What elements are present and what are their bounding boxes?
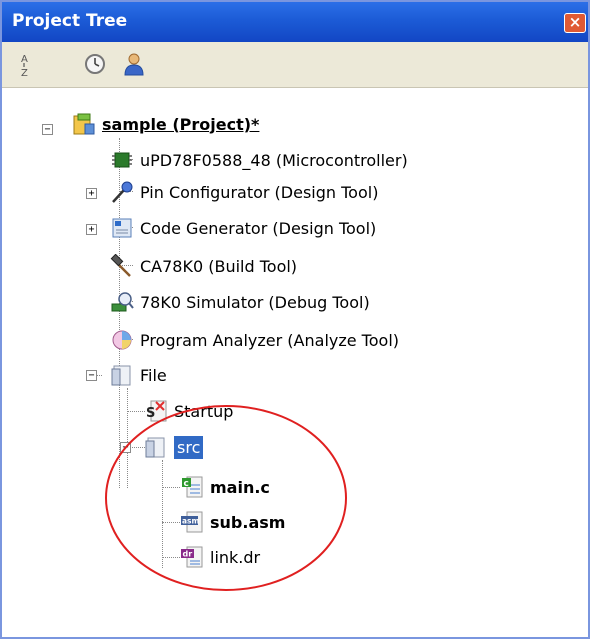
sort-alphabetical-icon: A Z (21, 54, 28, 79)
svg-text:Z: Z (21, 68, 28, 78)
history-clock-icon (85, 54, 105, 74)
highlight-circle (105, 405, 347, 591)
close-button[interactable]: × (564, 13, 586, 33)
panel-title-bar: Project Tree × (2, 2, 588, 42)
history-button[interactable] (82, 50, 110, 78)
toolbar: A Z (2, 42, 588, 88)
panel-title: Project Tree (12, 11, 128, 31)
sort-alphabetical-button[interactable]: A Z (16, 50, 44, 79)
user-profile-icon (124, 53, 144, 76)
user-button[interactable] (120, 50, 148, 78)
project-tree-panel: Project Tree × A Z − sample (Project)* u… (0, 0, 590, 639)
project-tree: − sample (Project)* uPD78F0588_48 (Micro… (2, 88, 588, 637)
close-icon: × (568, 13, 582, 31)
